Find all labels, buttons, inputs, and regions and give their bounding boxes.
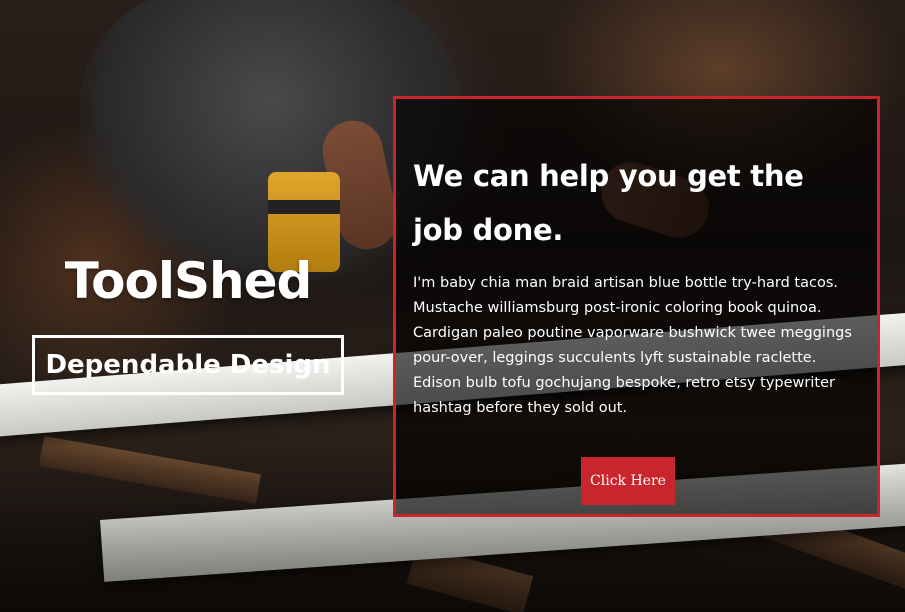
brand-title: ToolShed [64, 252, 313, 310]
cta-body-text: I'm baby chia man braid artisan blue bot… [413, 275, 852, 416]
click-here-button[interactable]: Click Here [581, 457, 675, 505]
brand-tagline-box: Dependable Design [32, 335, 344, 395]
background-photo-drill-band [268, 200, 340, 214]
cta-panel: We can help you get the job done. I'm ba… [393, 96, 880, 517]
cta-heading: We can help you get the job done. [413, 159, 804, 247]
brand-block: ToolShed Dependable Design [25, 250, 351, 395]
hero-section: ToolShed Dependable Design We can help y… [0, 0, 905, 612]
